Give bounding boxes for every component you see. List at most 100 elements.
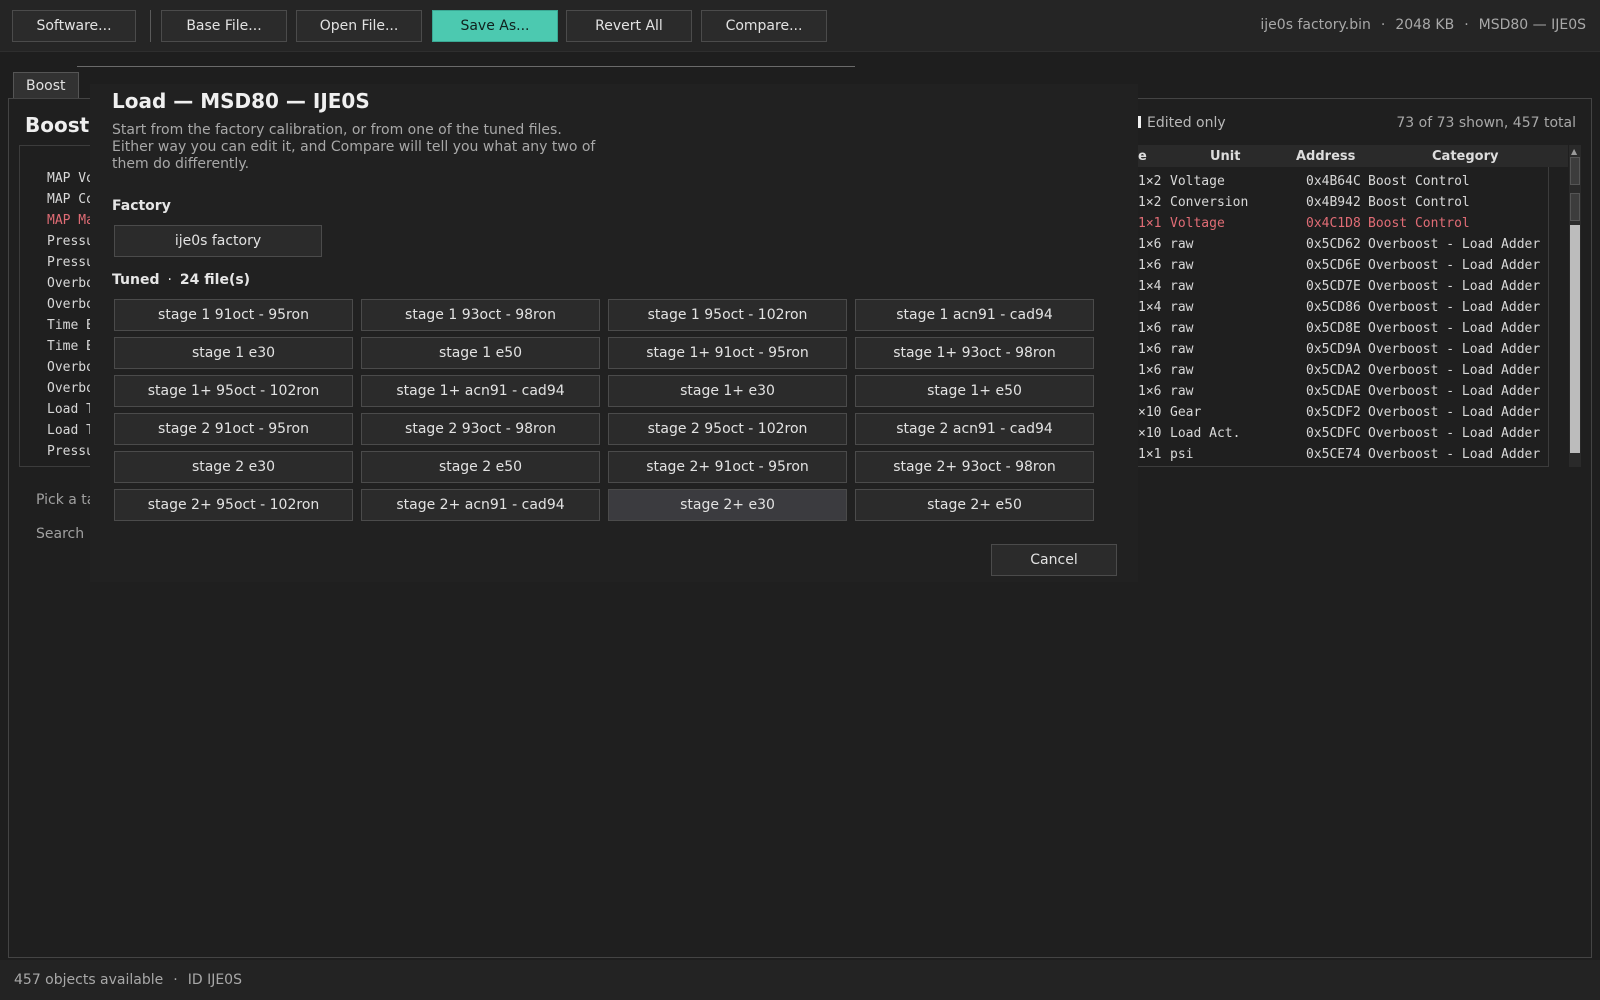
list-item[interactable]: MAP Vo [47, 168, 94, 189]
dialog-title: Load — MSD80 — IJE0S [112, 89, 370, 113]
scroll-segment [1570, 193, 1580, 221]
list-item[interactable]: Pressu [47, 231, 94, 252]
scroll-up-icon[interactable]: ▲ [1571, 147, 1579, 156]
table-row[interactable]: ×10 Gear 0x5CDF2 Overboost - Load Adder [1138, 402, 1568, 423]
column-category[interactable]: Category [1432, 149, 1498, 164]
table-row[interactable]: 1×4 raw 0x5CD7E Overboost - Load Adder [1138, 276, 1568, 297]
edited-only-toggle[interactable]: Edited only [1135, 115, 1226, 131]
cell-unit: raw [1170, 363, 1194, 378]
table-row[interactable]: ×10 Load Act. 0x5CDFC Overboost - Load Adde… [1138, 423, 1568, 444]
dialog-description: Start from the factory calibration, or f… [112, 122, 596, 172]
cell-address: 0x5CDA2 [1306, 363, 1361, 378]
cell-address: 0x5CD6E [1306, 258, 1361, 273]
table-row[interactable]: 1×6 raw 0x5CDAE Overboost - Load Adder [1138, 381, 1568, 402]
tab-boost[interactable]: Boost [13, 72, 79, 99]
tuned-label: Tuned · 24 file(s) [112, 272, 251, 288]
status-bar: 457 objects available · ID IJE0S [0, 960, 1600, 1000]
cell-category: Overboost - Load Adder [1368, 300, 1541, 315]
list-item[interactable]: Load T [47, 420, 94, 441]
column-unit[interactable]: Unit [1210, 149, 1240, 164]
table-row[interactable]: 1×6 raw 0x5CD8E Overboost - Load Adder [1138, 318, 1568, 339]
tuned-file-button[interactable]: stage 1+ e30 [608, 375, 847, 407]
list-item[interactable]: Overbo [47, 273, 94, 294]
tuned-file-button[interactable]: stage 2 93oct - 98ron [361, 413, 600, 445]
file-info: ije0s factory.bin · 2048 KB · MSD80 — IJE0S [1260, 17, 1586, 33]
tuned-file-button[interactable]: stage 2 e30 [114, 451, 353, 483]
ecu-id: MSD80 — IJE0S [1478, 17, 1586, 33]
cell-category: Overboost - Load Adder [1368, 363, 1541, 378]
cell-category: Boost Control [1368, 174, 1470, 189]
tuned-file-button[interactable]: stage 2+ 95oct - 102ron [114, 489, 353, 521]
tuned-file-button[interactable]: stage 1+ acn91 - cad94 [361, 375, 600, 407]
compare-button[interactable]: Compare... [701, 10, 827, 42]
table-row[interactable]: 1×6 raw 0x5CDA2 Overboost - Load Adder [1138, 360, 1568, 381]
cell-category: Boost Control [1368, 195, 1470, 210]
tuned-file-button[interactable]: stage 2+ e30 [608, 489, 847, 521]
tuned-file-button[interactable]: stage 1+ 93oct - 98ron [855, 337, 1094, 369]
cell-unit: Conversion [1170, 195, 1249, 210]
tuned-file-button[interactable]: stage 2 95oct - 102ron [608, 413, 847, 445]
column-size[interactable]: e [1138, 149, 1147, 164]
tuned-file-button[interactable]: stage 2 e50 [361, 451, 600, 483]
tuned-file-button[interactable]: stage 1 91oct - 95ron [114, 299, 353, 331]
tuned-file-button[interactable]: stage 1 95oct - 102ron [608, 299, 847, 331]
table-row[interactable]: 1×2 Conversion 0x4B942 Boost Control [1138, 192, 1568, 213]
cancel-button[interactable]: Cancel [991, 544, 1117, 576]
tuned-file-button[interactable]: stage 2+ 91oct - 95ron [608, 451, 847, 483]
cell-size: 1×1 [1138, 216, 1162, 231]
open-file-button[interactable]: Open File... [296, 10, 422, 42]
list-item[interactable]: Load T [47, 399, 94, 420]
tuned-file-button[interactable]: stage 1 93oct - 98ron [361, 299, 600, 331]
tuned-file-button[interactable]: stage 2 acn91 - cad94 [855, 413, 1094, 445]
cell-category: Overboost - Load Adder [1368, 258, 1541, 273]
list-item[interactable]: MAP Co [47, 189, 94, 210]
cell-address: 0x5CD62 [1306, 237, 1361, 252]
tuned-file-button[interactable]: stage 2+ 93oct - 98ron [855, 451, 1094, 483]
table-body: 1×2 Voltage 0x4B64C Boost Control 1×2 Convers… [1138, 171, 1568, 465]
tuned-file-button[interactable]: stage 1 acn91 - cad94 [855, 299, 1094, 331]
cell-unit: Voltage [1170, 216, 1225, 231]
table-scrollbar[interactable]: ▲ [1569, 145, 1581, 467]
tuned-file-button[interactable]: stage 1+ e50 [855, 375, 1094, 407]
cell-size: 1×6 [1138, 363, 1162, 378]
list-item[interactable]: Time B [47, 315, 94, 336]
software-button[interactable]: Software... [12, 10, 136, 42]
table-row[interactable]: 1×6 raw 0x5CD62 Overboost - Load Adder [1138, 234, 1568, 255]
cell-size: 1×4 [1138, 300, 1162, 315]
revert-all-button[interactable]: Revert All [566, 10, 692, 42]
table-row[interactable]: 1×2 Voltage 0x4B64C Boost Control [1138, 171, 1568, 192]
cell-category: Boost Control [1368, 216, 1470, 231]
page-title: Boost [25, 113, 90, 137]
list-item[interactable]: Time B [47, 336, 94, 357]
cell-size: 1×2 [1138, 195, 1162, 210]
tuned-file-button[interactable]: stage 1+ 91oct - 95ron [608, 337, 847, 369]
column-address[interactable]: Address [1296, 149, 1355, 164]
table-row[interactable]: 1×1 psi 0x5CE74 Overboost - Load Adder [1138, 444, 1568, 465]
table-row[interactable]: 1×1 Voltage 0x4C1D8 Boost Control [1138, 213, 1568, 234]
cell-size: 1×6 [1138, 321, 1162, 336]
base-file-button[interactable]: Base File... [161, 10, 287, 42]
table-row[interactable]: 1×6 raw 0x5CD6E Overboost - Load Adder [1138, 255, 1568, 276]
scroll-segment [1570, 157, 1580, 185]
table-row[interactable]: 1×6 raw 0x5CD9A Overboost - Load Adder [1138, 339, 1568, 360]
list-item[interactable]: Overbo [47, 357, 94, 378]
save-as-button[interactable]: Save As... [432, 10, 558, 42]
factory-file-button[interactable]: ije0s factory [114, 225, 322, 257]
tuned-file-button[interactable]: stage 2+ e50 [855, 489, 1094, 521]
list-item[interactable]: Pressu [47, 441, 94, 462]
list-item[interactable]: Overbo [47, 378, 94, 399]
scroll-thumb[interactable] [1570, 225, 1580, 453]
cell-category: Overboost - Load Adder [1368, 447, 1541, 462]
tuned-file-button[interactable]: stage 1+ 95oct - 102ron [114, 375, 353, 407]
tuned-file-button[interactable]: stage 2 91oct - 95ron [114, 413, 353, 445]
cell-address: 0x5CD8E [1306, 321, 1361, 336]
list-item[interactable]: Pressu [47, 252, 94, 273]
list-item[interactable]: Overbo [47, 294, 94, 315]
tuned-file-button[interactable]: stage 1 e30 [114, 337, 353, 369]
table-row[interactable]: 1×4 raw 0x5CD86 Overboost - Load Adder [1138, 297, 1568, 318]
cell-unit: Voltage [1170, 174, 1225, 189]
tuned-file-button[interactable]: stage 2+ acn91 - cad94 [361, 489, 600, 521]
list-item[interactable]: MAP Ma [47, 210, 94, 231]
tuned-file-button[interactable]: stage 1 e50 [361, 337, 600, 369]
tuned-count: 24 file(s) [179, 272, 251, 288]
